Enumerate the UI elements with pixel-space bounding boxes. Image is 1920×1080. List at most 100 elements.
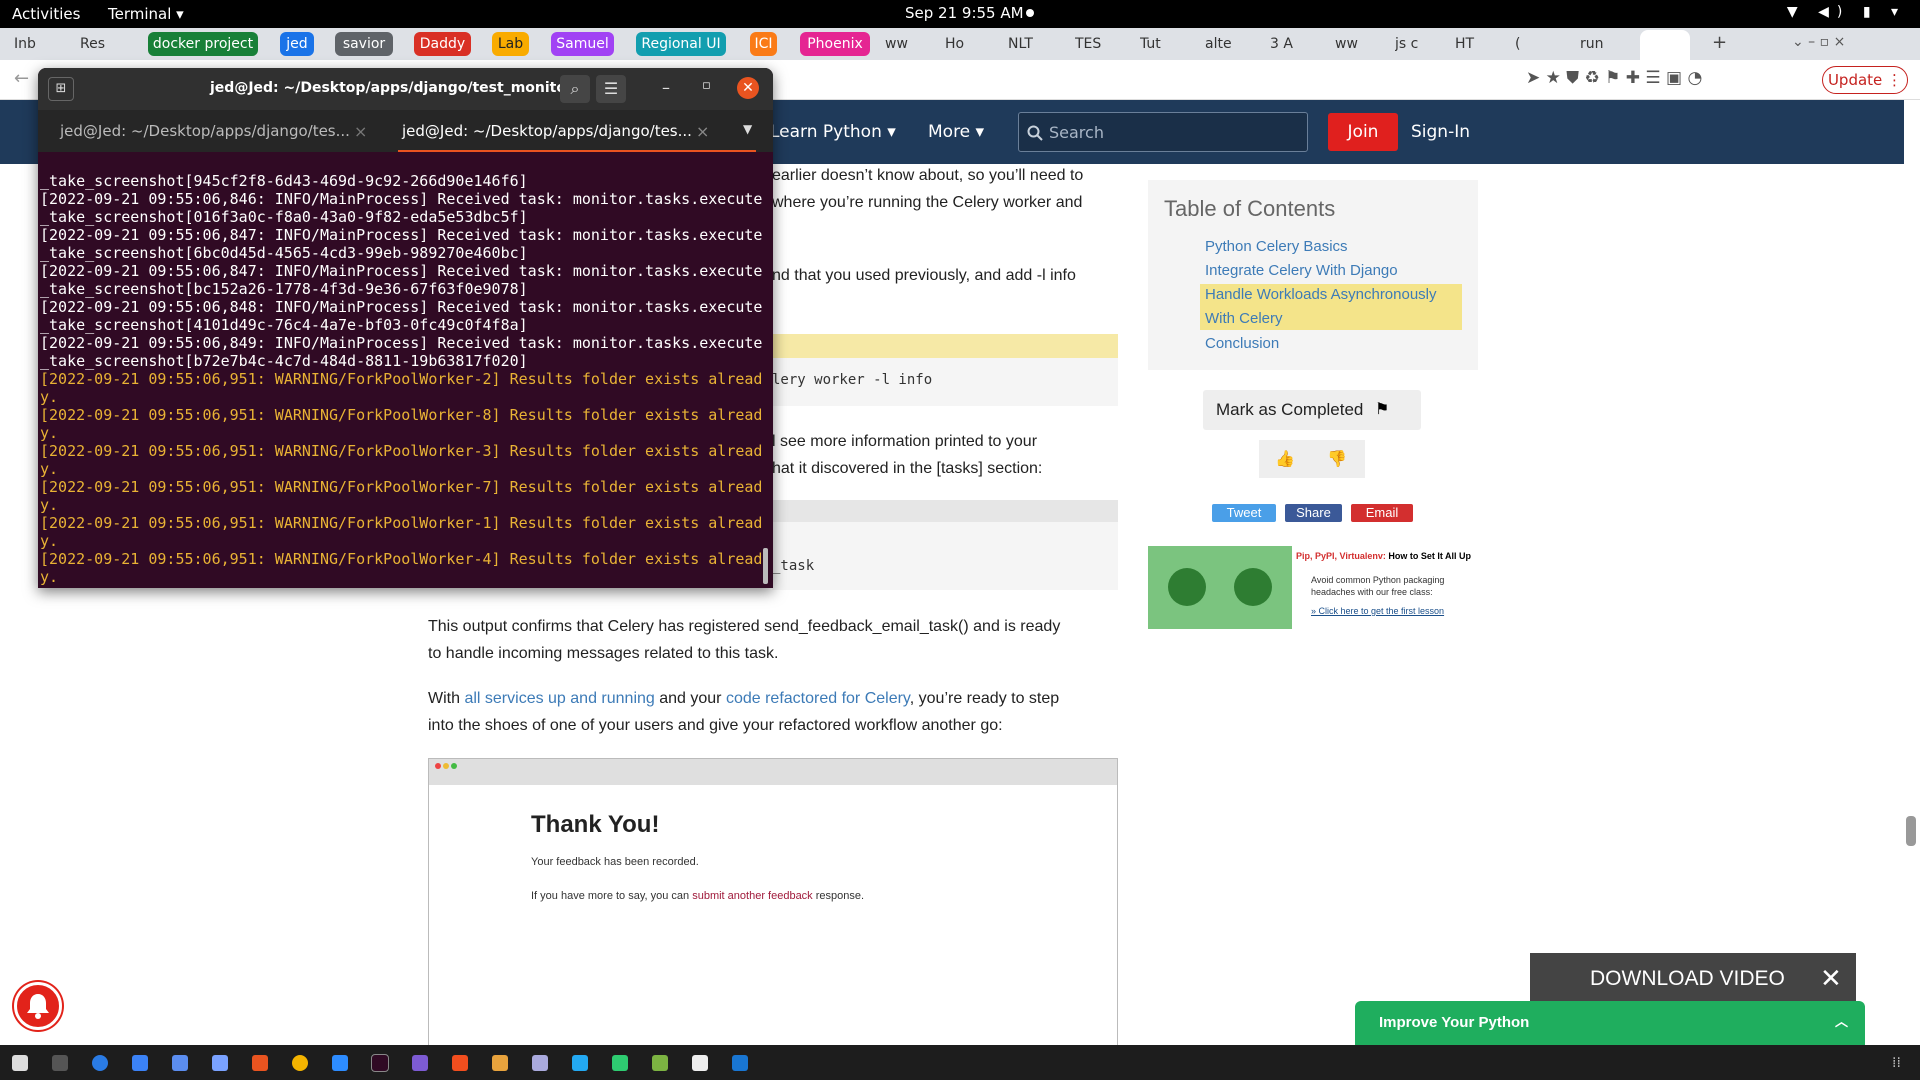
- toc-item-integrate[interactable]: Integrate Celery With Django: [1205, 262, 1398, 279]
- tab-group-regional-ui[interactable]: Regional UI: [636, 32, 726, 56]
- tab-group-daddy[interactable]: Daddy: [414, 32, 471, 56]
- toolbar-extension-icons[interactable]: ➤ ★ ⛊ ♻ ⚑ ✚ ☰ ▣ ◔: [1526, 68, 1702, 88]
- app-icon[interactable]: [732, 1055, 748, 1071]
- toc-item-workloads[interactable]: Handle Workloads Asynchronously: [1205, 286, 1437, 303]
- show-desktop-icon[interactable]: [12, 1055, 28, 1071]
- help-icon[interactable]: [92, 1055, 108, 1071]
- close-icon[interactable]: ✕: [737, 77, 759, 99]
- tab-group-phoenix[interactable]: Phoenix: [800, 32, 870, 56]
- app-icon[interactable]: [652, 1055, 668, 1071]
- software-icon[interactable]: [252, 1055, 268, 1071]
- terminal-output[interactable]: _take_screenshot[945cf2f8-6d43-469d-9c92…: [40, 154, 770, 588]
- terminal-icon[interactable]: [371, 1054, 389, 1072]
- nav-more[interactable]: More ▾: [928, 122, 984, 142]
- app-icon[interactable]: [612, 1055, 628, 1071]
- page-scrollbar[interactable]: [1906, 816, 1916, 846]
- postman-icon[interactable]: [452, 1055, 468, 1071]
- tab-3a[interactable]: 3 A: [1270, 32, 1322, 56]
- tab-group-docker[interactable]: docker project: [148, 32, 258, 56]
- bookmark-icon[interactable]: ⚑: [1375, 399, 1389, 418]
- tab-group-jed[interactable]: jed: [280, 32, 314, 56]
- tab-tut[interactable]: Tut: [1140, 32, 1192, 56]
- thumbs-down-icon[interactable]: 👎: [1327, 449, 1347, 468]
- tab-ww[interactable]: ww: [1335, 32, 1387, 56]
- menu-icon[interactable]: ☰: [596, 75, 626, 103]
- tweet-button[interactable]: Tweet: [1212, 504, 1276, 522]
- app-icon[interactable]: [52, 1055, 68, 1071]
- toc-item-workloads-cont[interactable]: With Celery: [1205, 310, 1283, 327]
- ad-headline[interactable]: Pip, PyPI, Virtualenv: How to Set It All…: [1296, 551, 1471, 561]
- tab-youtube[interactable]: (: [1515, 32, 1555, 56]
- app-icon[interactable]: [412, 1055, 428, 1071]
- files-icon[interactable]: [172, 1055, 188, 1071]
- app-icon[interactable]: [532, 1055, 548, 1071]
- tab-drive[interactable]: Res: [80, 32, 130, 56]
- tab-run[interactable]: run: [1580, 32, 1632, 56]
- link-all-services[interactable]: all services up and running: [464, 690, 654, 707]
- tab-group-savior[interactable]: savior: [335, 32, 393, 56]
- search-input[interactable]: Search: [1018, 112, 1308, 152]
- sublime-icon[interactable]: [492, 1055, 508, 1071]
- close-icon[interactable]: ✕: [1820, 953, 1842, 1005]
- email-button[interactable]: Email: [1351, 504, 1413, 522]
- update-button[interactable]: Update ⋮: [1822, 66, 1908, 94]
- text: How to Set It All Up: [1385, 551, 1472, 561]
- zoom-icon[interactable]: [332, 1055, 348, 1071]
- thumbs-up-icon[interactable]: 👍: [1275, 449, 1295, 468]
- activities-button[interactable]: Activities: [12, 5, 80, 23]
- app-icon[interactable]: [132, 1055, 148, 1071]
- join-button[interactable]: Join: [1328, 113, 1398, 151]
- apps-grid-icon[interactable]: ⁞⁞: [1892, 1055, 1901, 1071]
- terminal-tab-1[interactable]: jed@Jed: ~/Desktop/apps/django/tes...: [60, 110, 350, 152]
- download-video-banner[interactable]: DOWNLOAD VIDEO ✕: [1530, 953, 1856, 1005]
- close-icon[interactable]: ×: [696, 122, 709, 141]
- toc-item-conclusion[interactable]: Conclusion: [1205, 335, 1279, 352]
- tab-gmail[interactable]: Inb: [14, 32, 66, 56]
- vscode-icon[interactable]: [572, 1055, 588, 1071]
- tab-google-1[interactable]: ww: [885, 32, 930, 56]
- chrome-icon[interactable]: [292, 1055, 308, 1071]
- share-button[interactable]: Share: [1285, 504, 1342, 522]
- chevron-up-icon[interactable]: ︿: [1835, 1001, 1848, 1045]
- improve-python-bar[interactable]: Improve Your Python ︿: [1355, 1001, 1865, 1045]
- window-controls[interactable]: ⌄ – ▫ ×: [1792, 34, 1845, 50]
- text: response.: [812, 890, 865, 902]
- ad-illustration[interactable]: [1148, 546, 1292, 629]
- minimize-icon[interactable]: –: [662, 78, 670, 97]
- notification-bell-icon[interactable]: [14, 982, 62, 1030]
- terminal-tab-2[interactable]: jed@Jed: ~/Desktop/apps/django/tes...: [402, 110, 692, 152]
- back-icon[interactable]: ←: [14, 68, 29, 89]
- link-code-refactored[interactable]: code refactored for Celery: [726, 690, 910, 707]
- ad-link[interactable]: » Click here to get the first lesson: [1311, 606, 1444, 616]
- tab-jsc[interactable]: js c: [1395, 32, 1447, 56]
- new-tab-icon[interactable]: +: [1712, 32, 1727, 53]
- app-icon[interactable]: [212, 1055, 228, 1071]
- chevron-down-icon[interactable]: ▼: [743, 122, 752, 136]
- app-menu[interactable]: Terminal ▾: [108, 5, 184, 23]
- warning-line: [2022-09-21 09:55:06,951: WARNING/ForkPo…: [40, 370, 763, 388]
- mark-label: Mark as Completed: [1216, 400, 1364, 419]
- tab-group-ici[interactable]: ICI: [750, 32, 777, 56]
- tab-how[interactable]: Ho: [945, 32, 993, 56]
- terminal-title: jed@Jed: ~/Desktop/apps/django/test_moni…: [210, 80, 573, 96]
- system-tray[interactable]: ▼ ◀) ▮ ▾: [1787, 4, 1906, 20]
- mark-completed-button[interactable]: Mark as Completed ⚑: [1203, 390, 1421, 430]
- tab-group-samuel[interactable]: Samuel: [551, 32, 614, 56]
- tab-group-lab[interactable]: Lab: [492, 32, 529, 56]
- terminal-window[interactable]: ⊞ jed@Jed: ~/Desktop/apps/django/test_mo…: [38, 68, 773, 588]
- tab-tes[interactable]: TES: [1075, 32, 1127, 56]
- maximize-icon[interactable]: ▫: [702, 78, 711, 93]
- terminal-scrollbar[interactable]: [763, 548, 768, 584]
- nav-learn-python[interactable]: Learn Python ▾: [770, 122, 896, 142]
- close-icon[interactable]: ×: [354, 122, 367, 141]
- clock[interactable]: Sep 21 9:55 AM: [905, 4, 1024, 22]
- new-tab-icon[interactable]: ⊞: [48, 77, 74, 101]
- toc-item-basics[interactable]: Python Celery Basics: [1205, 238, 1348, 255]
- tab-ht[interactable]: HT: [1455, 32, 1507, 56]
- tab-alte[interactable]: alte: [1205, 32, 1257, 56]
- signin-link[interactable]: Sign-In: [1411, 122, 1470, 142]
- active-tab[interactable]: [1640, 30, 1690, 60]
- app-icon[interactable]: [692, 1055, 708, 1071]
- tab-nlt[interactable]: NLT: [1008, 32, 1060, 56]
- search-icon[interactable]: ⌕: [560, 75, 590, 103]
